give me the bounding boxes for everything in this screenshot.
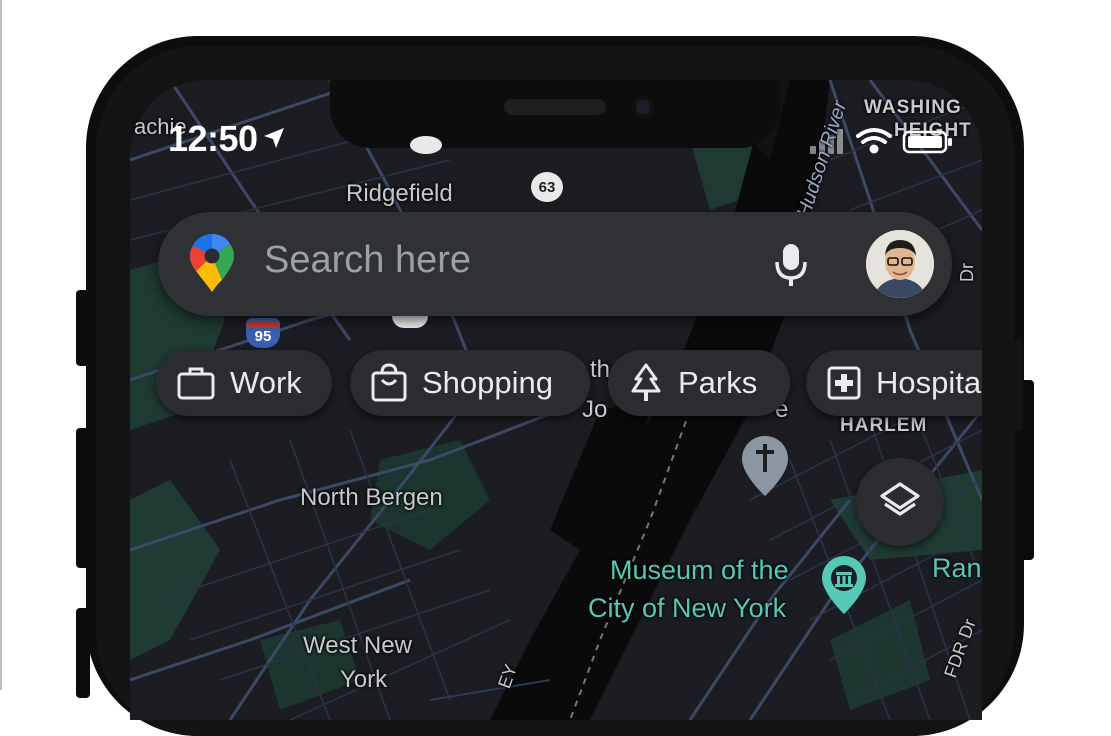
account-avatar[interactable] bbox=[866, 230, 934, 298]
map-label-harlem: HARLEM bbox=[840, 415, 928, 436]
status-time: 12:50 bbox=[168, 118, 258, 159]
map-label-north-bergen: North Bergen bbox=[300, 484, 443, 511]
chip-work-label: Work bbox=[230, 365, 302, 400]
map-label-obscured-1: th bbox=[590, 356, 611, 383]
search-bar[interactable]: Search here bbox=[158, 212, 952, 316]
poi-museum-line1[interactable]: Museum of the bbox=[610, 552, 789, 588]
layers-icon bbox=[880, 482, 920, 516]
museum-pin-icon[interactable] bbox=[822, 556, 866, 616]
tree-icon bbox=[631, 363, 661, 401]
map-label-west-new-york-1: West New bbox=[303, 632, 412, 659]
poi-museum-line2[interactable]: City of New York bbox=[588, 590, 786, 626]
speaker-grille bbox=[504, 99, 606, 115]
front-camera bbox=[632, 96, 654, 118]
chip-hospitals[interactable]: Hospita bbox=[806, 350, 1006, 416]
shopping-bag-icon bbox=[371, 363, 407, 402]
map-label-ran: Ran bbox=[932, 553, 982, 583]
chip-shopping[interactable]: Shopping bbox=[350, 350, 590, 416]
map-label-riverside-dr: Dr bbox=[957, 263, 977, 282]
map-label-obscured-2: Jo bbox=[582, 396, 608, 423]
map-label-ridgefield: Ridgefield bbox=[346, 180, 453, 207]
screen-edge-mask bbox=[982, 340, 1022, 430]
route-shield-partial-2 bbox=[392, 314, 428, 328]
hospital-icon bbox=[827, 366, 861, 400]
briefcase-icon bbox=[177, 367, 215, 400]
route-63-shield: 63 bbox=[531, 172, 563, 202]
chip-shopping-label: Shopping bbox=[422, 365, 554, 400]
location-arrow-icon bbox=[264, 128, 284, 148]
route-95-shield: 95 bbox=[246, 318, 280, 348]
route-shield-partial bbox=[410, 136, 442, 154]
search-input[interactable]: Search here bbox=[264, 239, 471, 282]
google-maps-logo-icon bbox=[190, 234, 234, 292]
wifi-icon bbox=[856, 128, 892, 154]
church-pin-icon[interactable] bbox=[742, 436, 788, 498]
battery-icon bbox=[902, 130, 952, 154]
microphone-icon[interactable] bbox=[772, 242, 810, 288]
avatar-photo-icon bbox=[866, 230, 934, 298]
chip-parks-label: Parks bbox=[678, 365, 758, 400]
chip-parks[interactable]: Parks bbox=[608, 350, 790, 416]
layers-button[interactable] bbox=[856, 458, 944, 546]
map-label-washington-heights-1: WASHING bbox=[864, 97, 962, 118]
chip-hospitals-label: Hospita bbox=[876, 365, 982, 400]
chip-work[interactable]: Work bbox=[156, 350, 332, 416]
